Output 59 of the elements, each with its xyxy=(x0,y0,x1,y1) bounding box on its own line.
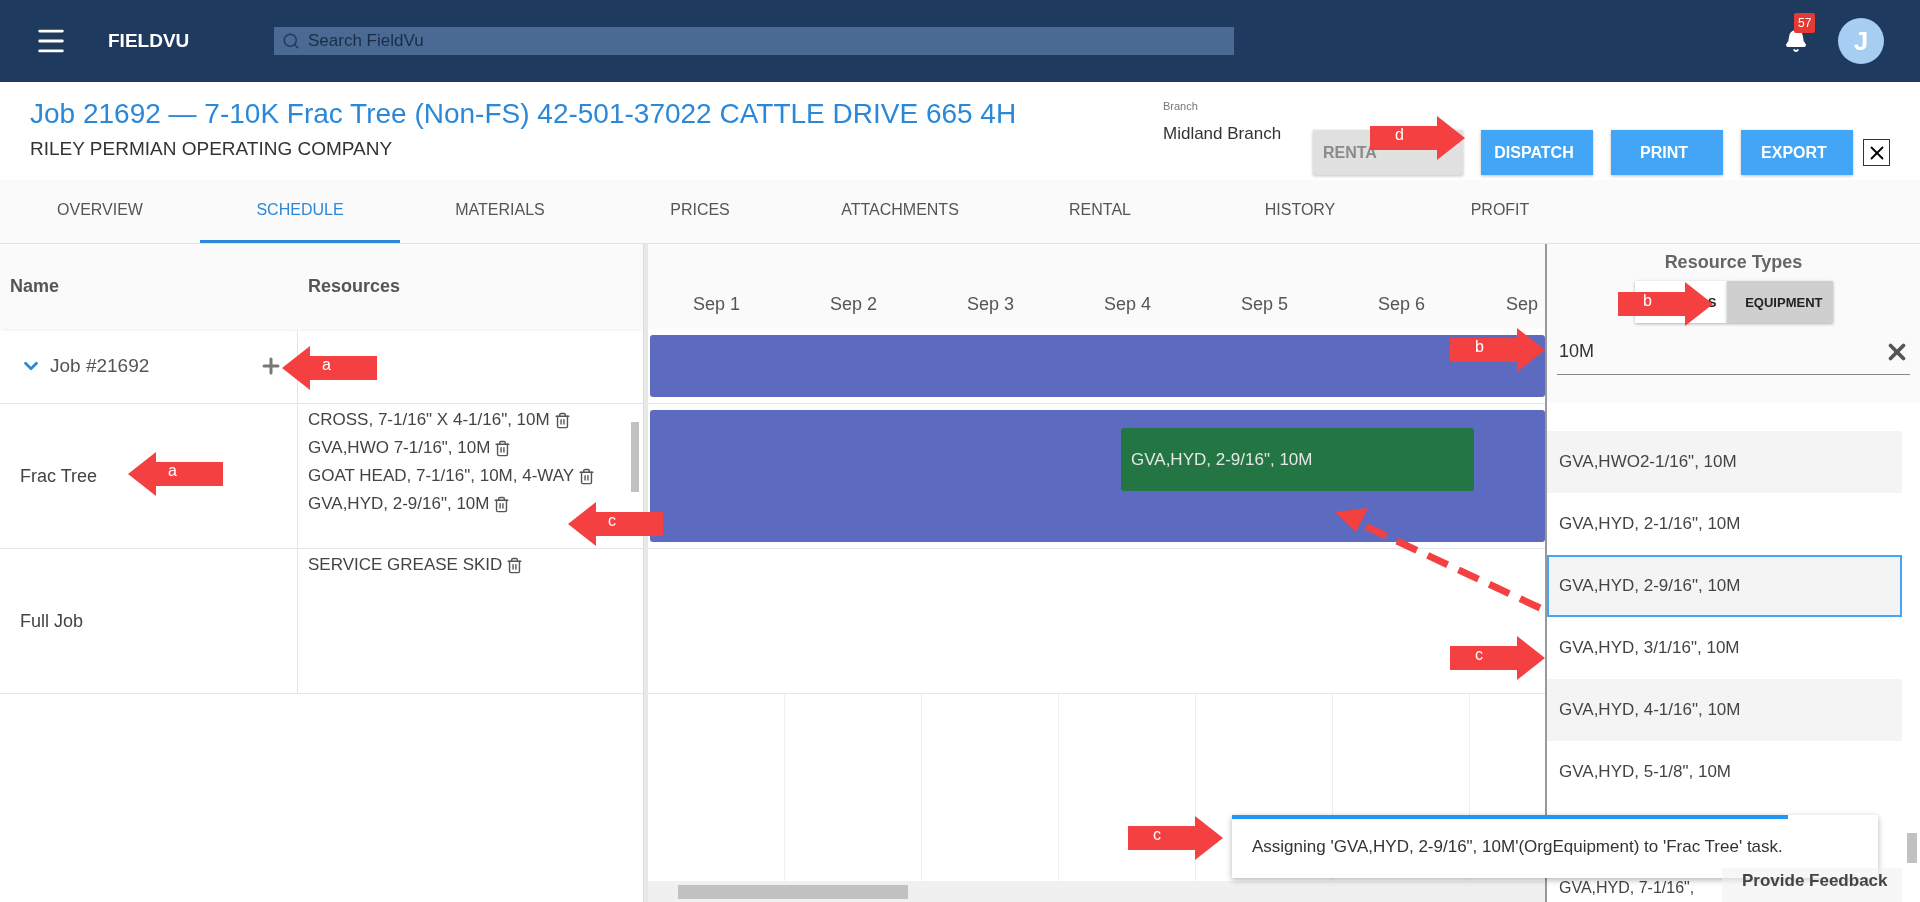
column-header: Name xyxy=(0,244,298,329)
tab[interactable]: OVERVIEW xyxy=(0,180,200,243)
search-box[interactable]: Search FieldVu xyxy=(274,27,1234,55)
day-label: Sep 3 xyxy=(965,294,1015,315)
day-label: Sep 4 xyxy=(1102,294,1152,315)
callout-label: c xyxy=(1153,826,1161,844)
task-name: Frac Tree xyxy=(20,465,98,487)
scrollbar[interactable] xyxy=(631,422,639,492)
close-button[interactable] xyxy=(1863,139,1890,166)
day-label: Sep xyxy=(1506,294,1539,315)
toast-text: Assigning 'GVA,HYD, 2-9/16", 10M'(OrgEquipment) to 'Frac Tree' task. xyxy=(1252,836,1783,857)
resource-item[interactable]: GVA,HYD, 4-1/16", 10M xyxy=(1547,679,1902,741)
callout-label: c xyxy=(1475,646,1483,664)
branch-value: Midland Branch xyxy=(1163,124,1283,144)
day-label: Sep 2 xyxy=(828,294,878,315)
resource-name: CROSS, 7-1/16" X 4-1/16", 10M xyxy=(308,410,550,430)
resource-item[interactable]: GVA,HYD, 2-9/16", 10M xyxy=(1547,555,1902,617)
horizontal-scrollbar[interactable] xyxy=(648,881,1545,902)
trash-icon[interactable] xyxy=(578,467,596,485)
search-field[interactable]: Search FieldVu xyxy=(306,30,1226,52)
day-label: Sep 6 xyxy=(1376,294,1426,315)
resource-name: GVA,HWO 7-1/16", 10M xyxy=(308,438,491,458)
tab[interactable]: HISTORY xyxy=(1200,180,1400,243)
notification-count: 57 xyxy=(1794,13,1816,33)
tab[interactable]: PROFIT xyxy=(1400,180,1600,243)
trash-icon[interactable] xyxy=(494,439,512,457)
resource-name: GVA,HYD, 2-9/16", 10M xyxy=(308,494,490,514)
panel-title: Resource Types xyxy=(1663,251,1804,273)
assignment-bar[interactable]: GVA,HYD, 2-9/16", 10M xyxy=(1121,428,1474,491)
type-toggle[interactable]: EQUIPMENT xyxy=(1726,281,1833,323)
callout-label: a xyxy=(168,462,177,480)
bell-icon[interactable] xyxy=(1784,29,1808,53)
tab[interactable]: MATERIALS xyxy=(400,180,600,243)
feedback-button[interactable]: Provide Feedback xyxy=(1722,868,1902,902)
day-label: Sep 1 xyxy=(691,294,741,315)
day-label: Sep 5 xyxy=(1239,294,1289,315)
filter-field[interactable]: 10M xyxy=(1557,340,1884,363)
trash-icon[interactable] xyxy=(506,556,524,574)
search-icon xyxy=(282,32,300,50)
callout-label: b xyxy=(1475,338,1484,356)
resource-item[interactable]: GVA,HWO2-1/16", 10M xyxy=(1547,431,1902,493)
job-title: Job 21692 — 7-10K Frac Tree (Non-FS) 42-501-37022 CATTLE DRIVE 665 4H xyxy=(30,98,1018,130)
resource-name: GOAT HEAD, 7-1/16", 10M, 4-WAY xyxy=(308,466,575,486)
app-brand: FIELDVU xyxy=(108,30,191,52)
task-bar[interactable]: GVA,HYD, 2-9/16", 10M xyxy=(650,410,1545,542)
tab[interactable]: ATTACHMENTS xyxy=(800,180,1000,243)
branch-label: Branch xyxy=(1163,100,1199,112)
callout-label: b xyxy=(1643,292,1652,310)
resource-name: SERVICE GREASE SKID xyxy=(308,555,503,575)
task-name: Full Job xyxy=(20,610,84,632)
tab[interactable]: RENTAL xyxy=(1000,180,1200,243)
company-name: RILEY PERMIAN OPERATING COMPANY xyxy=(30,138,394,160)
trash-icon[interactable] xyxy=(493,495,511,513)
tab[interactable]: PRICES xyxy=(600,180,800,243)
task-name: Job #21692 xyxy=(50,355,151,377)
trash-icon[interactable] xyxy=(553,411,571,429)
callout-label: c xyxy=(608,512,616,530)
column-header: Resources xyxy=(298,244,643,329)
callout-label: a xyxy=(322,356,331,374)
